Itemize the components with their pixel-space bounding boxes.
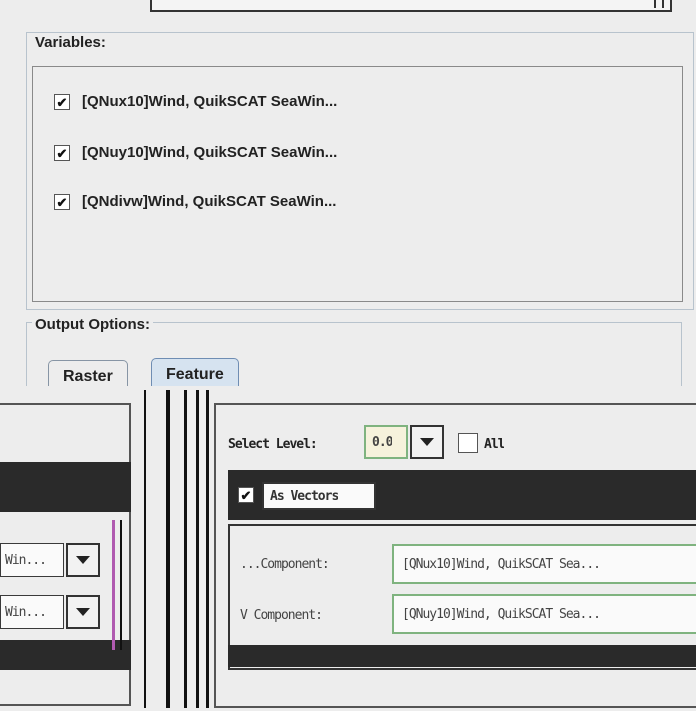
output-options-legend: Output Options:: [32, 316, 153, 334]
divider-bar: [112, 520, 115, 650]
all-checkbox[interactable]: [458, 433, 478, 453]
all-label: All: [484, 437, 505, 452]
divider-bar: [144, 390, 146, 708]
variable-label: [QNux10]Wind, QuikSCAT SeaWin...: [82, 93, 338, 110]
right-bottom-band: [228, 645, 696, 667]
variable-label: [QNdivw]Wind, QuikSCAT SeaWin...: [82, 193, 337, 210]
as-vectors-label: As Vectors: [270, 489, 339, 504]
level-value-text: 0.0: [372, 435, 393, 450]
divider-bar: [120, 520, 122, 650]
level-dropdown-button[interactable]: [410, 425, 444, 459]
u-component-value: [QNux10]Wind, QuikSCAT Sea...: [402, 557, 601, 572]
divider-bar: [196, 390, 199, 708]
u-component-field[interactable]: [QNux10]Wind, QuikSCAT Sea...: [392, 544, 696, 584]
v-component-field[interactable]: [QNuy10]Wind, QuikSCAT Sea...: [392, 594, 696, 634]
u-component-label: ...Component:: [240, 557, 330, 572]
variable-label: [QNuy10]Wind, QuikSCAT SeaWin...: [82, 144, 338, 161]
v-component-label: V Component:: [240, 608, 323, 623]
variable-row[interactable]: ✔ [QNdivw]Wind, QuikSCAT SeaWin...: [54, 193, 474, 213]
variable-checkbox[interactable]: ✔: [54, 145, 70, 161]
variable-checkbox[interactable]: ✔: [54, 94, 70, 110]
top-input-field[interactable]: [150, 0, 672, 12]
variable-row[interactable]: ✔ [QNux10]Wind, QuikSCAT SeaWin...: [54, 93, 474, 113]
left-value-field[interactable]: Win...: [0, 543, 64, 577]
left-field-text: Win...: [5, 553, 47, 568]
left-dropdown-button[interactable]: [66, 543, 100, 577]
divider-bar: [166, 390, 170, 708]
select-level-label: Select Level:: [228, 437, 318, 452]
as-vectors-checkbox[interactable]: ✔: [238, 487, 254, 503]
divider-bar: [184, 390, 187, 708]
variables-legend: Variables:: [32, 34, 109, 52]
variable-row[interactable]: ✔ [QNuy10]Wind, QuikSCAT SeaWin...: [54, 144, 474, 164]
v-component-value: [QNuy10]Wind, QuikSCAT Sea...: [402, 607, 601, 622]
left-value-field[interactable]: Win...: [0, 595, 64, 629]
level-value-field[interactable]: 0.0: [364, 425, 408, 459]
left-dropdown-button[interactable]: [66, 595, 100, 629]
variable-checkbox[interactable]: ✔: [54, 194, 70, 210]
left-field-text: Win...: [5, 605, 47, 620]
as-vectors-box: As Vectors: [262, 482, 376, 510]
divider-bar: [206, 390, 209, 708]
left-dark-band: [0, 462, 131, 512]
